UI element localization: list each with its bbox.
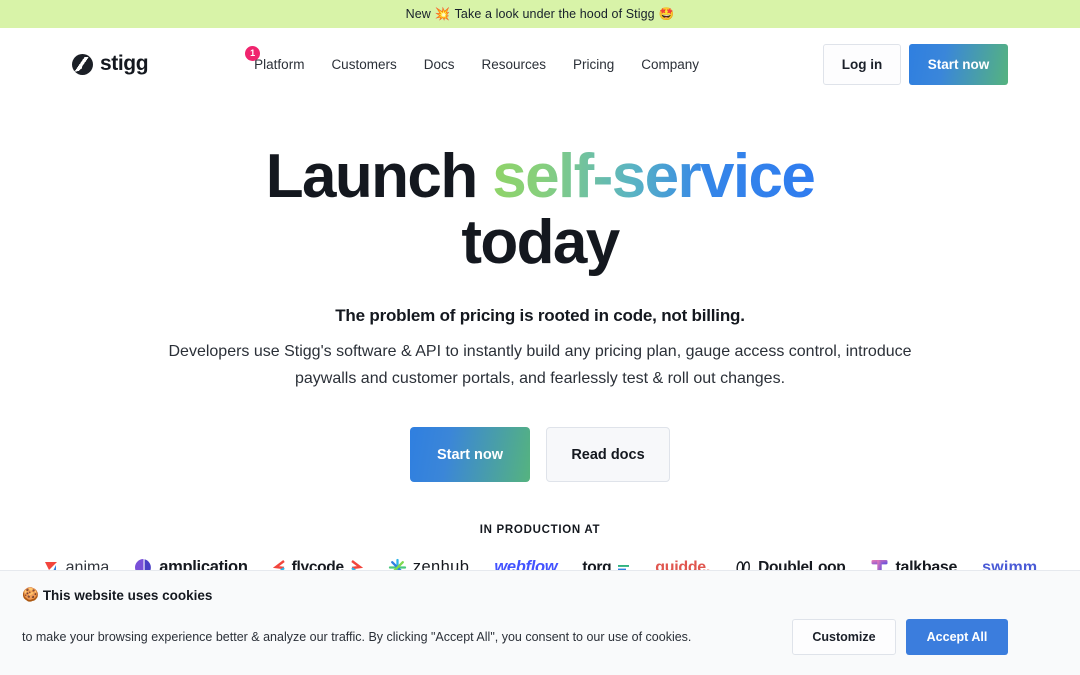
page-title: Launch self-service today [190, 144, 890, 275]
nav-item-pricing[interactable]: Pricing [573, 57, 614, 72]
nav-item-company[interactable]: Company [641, 57, 699, 72]
start-now-hero-button[interactable]: Start now [410, 427, 530, 483]
customize-cookies-button[interactable]: Customize [792, 619, 896, 655]
cookie-banner-title: 🍪 This website uses cookies [22, 587, 1058, 603]
logos-section-label: IN PRODUCTION AT [479, 524, 601, 537]
hero-cta-group: Start now Read docs [0, 427, 1080, 483]
brand-logo[interactable]: stigg [72, 52, 149, 76]
site-header: stigg 1 Platform Customers Docs Resource… [0, 28, 1080, 100]
nav-item-platform[interactable]: 1 Platform [245, 45, 305, 72]
announcement-text: New 💥 Take a look under the hood of Stig… [406, 7, 675, 22]
brand-name: stigg [100, 52, 149, 75]
cookie-consent-banner: 🍪 This website uses cookies to make your… [0, 570, 1080, 675]
stigg-logo-icon [72, 53, 93, 75]
headline-gradient-text: self-service [492, 142, 816, 211]
hero-subtitle: Developers use Stigg's software & API to… [168, 343, 912, 388]
accept-all-cookies-button[interactable]: Accept All [906, 619, 1008, 655]
hero-section: Launch self-service today The problem of … [0, 100, 1080, 483]
start-now-header-button[interactable]: Start now [909, 43, 1008, 85]
cookie-title-text: This website uses cookies [42, 587, 213, 603]
cookie-banner-actions: Customize Accept All [792, 619, 1058, 655]
explosion-icon: 💥 [434, 6, 451, 21]
star-struck-icon: 🤩 [658, 6, 675, 21]
headline-part-two: today [461, 207, 620, 277]
main-navigation: 1 Platform Customers Docs Resources Pric… [245, 45, 699, 72]
nav-badge-count: 1 [245, 45, 261, 61]
headline-part-one: Launch [265, 142, 493, 211]
nav-label-platform: Platform [254, 56, 305, 72]
nav-item-resources[interactable]: Resources [481, 57, 546, 72]
cookie-banner-description: to make your browsing experience better … [22, 630, 692, 644]
cookie-banner-body-row: to make your browsing experience better … [22, 619, 1058, 655]
announcement-prefix: New [405, 7, 431, 21]
cookie-icon: 🍪 [22, 587, 39, 602]
announcement-message: Take a look under the hood of Stigg [454, 7, 655, 21]
read-docs-button[interactable]: Read docs [546, 427, 670, 483]
nav-item-docs[interactable]: Docs [424, 57, 455, 72]
hero-lead-text: The problem of pricing is rooted in code… [335, 306, 745, 326]
header-actions: Log in Start now [823, 43, 1008, 85]
login-button[interactable]: Log in [823, 43, 901, 85]
announcement-bar[interactable]: New 💥 Take a look under the hood of Stig… [0, 0, 1080, 28]
nav-item-customers[interactable]: Customers [331, 57, 396, 72]
